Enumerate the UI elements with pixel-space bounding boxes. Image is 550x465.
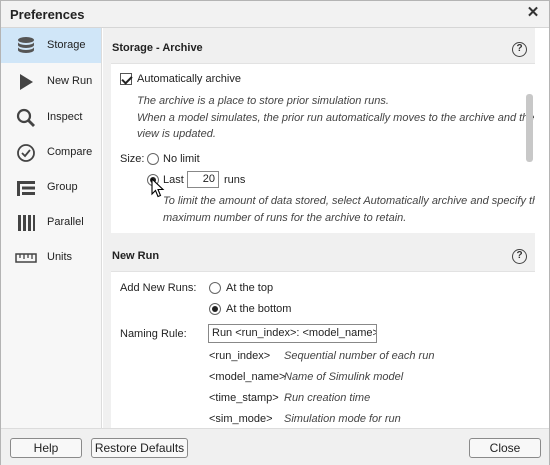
archive-description-line2: When a model simulates, the prior run au… xyxy=(137,112,535,124)
no-limit-radio[interactable] xyxy=(147,153,159,165)
runs-label: runs xyxy=(224,174,246,186)
restore-defaults-button[interactable]: Restore Defaults xyxy=(91,438,188,458)
close-icon[interactable]: ✕ xyxy=(525,5,541,21)
sidebar-item-label: New Run xyxy=(47,75,93,87)
archive-section-title: Storage - Archive xyxy=(112,42,203,54)
group-bars-icon xyxy=(17,181,35,196)
token-sim-mode-desc: Simulation mode for run xyxy=(284,413,401,425)
token-sim-mode: <sim_mode> xyxy=(209,413,273,425)
close-button[interactable]: Close xyxy=(469,438,541,458)
last-label: Last xyxy=(163,174,184,186)
sidebar-item-units[interactable]: Units xyxy=(1,240,101,275)
sidebar-item-inspect[interactable]: Inspect xyxy=(1,100,101,135)
auto-archive-label: Automatically archive xyxy=(137,73,241,85)
sidebar-item-new-run[interactable]: New Run xyxy=(1,64,101,99)
archive-description-line1: The archive is a place to store prior si… xyxy=(137,95,389,107)
at-top-radio[interactable] xyxy=(209,282,221,294)
add-new-runs-label: Add New Runs: xyxy=(120,282,197,294)
footer: Help Restore Defaults Close xyxy=(1,428,549,465)
archive-description-line3: view is updated. xyxy=(137,128,216,140)
token-time-stamp-desc: Run creation time xyxy=(284,392,371,404)
database-icon xyxy=(18,37,34,53)
new-run-section-title: New Run xyxy=(112,250,160,262)
at-bottom-radio[interactable] xyxy=(209,303,221,315)
archive-hint-line2: maximum number of runs for the archive t… xyxy=(163,212,407,224)
title-bar: Preferences ✕ xyxy=(1,1,549,28)
sidebar-item-label: Units xyxy=(47,251,73,263)
no-limit-label: No limit xyxy=(163,153,200,165)
play-icon xyxy=(20,74,33,90)
sidebar-item-label: Parallel xyxy=(47,216,84,228)
token-model-name: <model_name> xyxy=(209,371,286,383)
ruler-icon xyxy=(15,253,37,263)
mouse-pointer-icon xyxy=(151,178,165,198)
token-model-name-desc: Name of Simulink model xyxy=(284,371,404,383)
sidebar-item-parallel[interactable]: Parallel xyxy=(1,205,101,240)
at-top-label: At the top xyxy=(226,282,274,294)
token-time-stamp: <time_stamp> xyxy=(209,392,279,404)
sidebar-item-group[interactable]: Group xyxy=(1,170,101,205)
sidebar-item-label: Storage xyxy=(47,39,86,51)
magnifier-icon xyxy=(16,108,35,127)
new-run-panel: Add New Runs: At the top At the bottom N… xyxy=(111,271,535,428)
naming-rule-label: Naming Rule: xyxy=(120,328,187,340)
token-run-index-desc: Sequential number of each run xyxy=(284,350,435,362)
at-bottom-label: At the bottom xyxy=(226,303,292,315)
sidebar: Storage New Run Inspect Compare Group Pa… xyxy=(1,28,102,428)
run-count-input[interactable]: 20 xyxy=(187,171,219,188)
preferences-window: Preferences ✕ Storage New Run Inspect Co… xyxy=(0,0,550,465)
size-label: Size: xyxy=(120,153,145,165)
archive-hint-line1: To limit the amount of data stored, sele… xyxy=(163,195,535,207)
content-area: Storage - Archive ? Automatically archiv… xyxy=(103,28,535,428)
sidebar-item-storage[interactable]: Storage xyxy=(1,28,101,63)
help-icon[interactable]: ? xyxy=(512,42,527,57)
sidebar-item-label: Compare xyxy=(47,146,93,158)
check-circle-icon xyxy=(17,144,35,162)
sidebar-item-label: Inspect xyxy=(47,111,83,123)
auto-archive-checkbox[interactable] xyxy=(120,73,132,85)
naming-rule-input[interactable]: Run <run_index>: <model_name> xyxy=(208,324,377,343)
token-run-index: <run_index> xyxy=(209,350,271,362)
vertical-scrollbar[interactable] xyxy=(526,94,533,162)
window-title: Preferences xyxy=(10,7,85,22)
parallel-bars-icon xyxy=(18,215,35,231)
sidebar-item-label: Group xyxy=(47,181,78,193)
help-button[interactable]: Help xyxy=(10,438,82,458)
sidebar-item-compare[interactable]: Compare xyxy=(1,135,101,170)
archive-panel: Automatically archive The archive is a p… xyxy=(111,63,535,233)
help-icon[interactable]: ? xyxy=(512,249,527,264)
